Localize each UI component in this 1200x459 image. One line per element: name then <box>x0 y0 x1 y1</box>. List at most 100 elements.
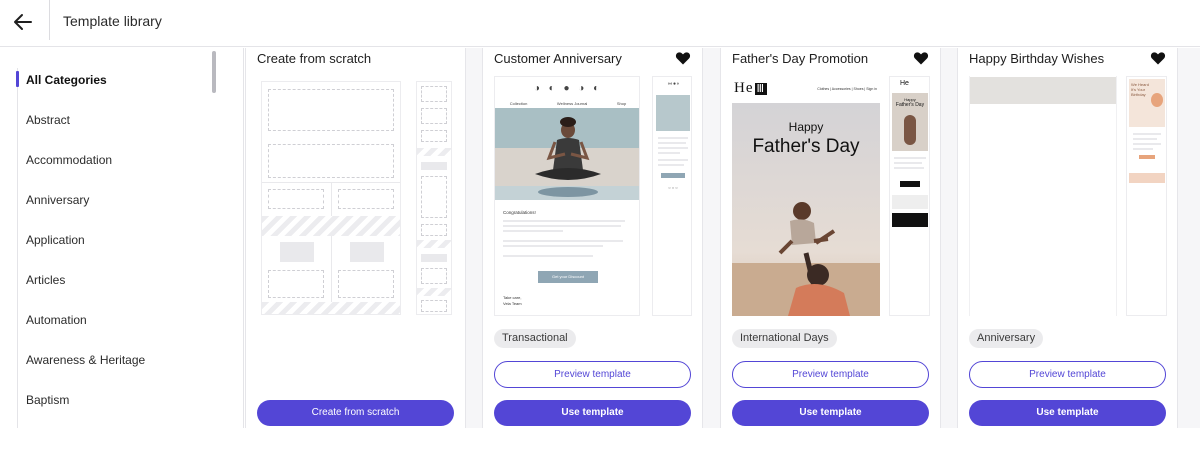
text-line <box>894 167 924 169</box>
category-tag: International Days <box>732 329 837 348</box>
heart-icon[interactable] <box>675 50 691 66</box>
email-greeting: Congratulations! <box>503 210 536 215</box>
sidebar-rail <box>17 68 18 428</box>
fathers-day-thumbnail[interactable]: He Ⅲ Clothes | Accessories | Shoes | Sign… <box>732 76 932 316</box>
scratch-layout-main <box>261 81 401 315</box>
category-application[interactable]: Application <box>26 230 85 250</box>
category-awareness-heritage[interactable]: Awareness & Heritage <box>26 350 145 370</box>
fathers-day-hero-image <box>732 103 880 316</box>
category-all-categories[interactable]: All Categories <box>26 70 107 90</box>
template-card-scratch[interactable]: Create from scratch Create from scratch <box>245 48 466 428</box>
email-nav: Clothes | Accessories | Shoes | Sign in <box>817 87 877 91</box>
header-bar: Template library <box>0 0 1200 47</box>
email-preview-main: He Ⅲ Clothes | Accessories | Shoes | Sign… <box>732 76 880 316</box>
text-line <box>658 147 688 149</box>
balloon-graphic <box>1151 93 1163 107</box>
layout-block <box>268 189 324 209</box>
email-preview-mobile: We Heard It's Your Birthday <box>1126 76 1167 316</box>
email-nav-item: Wellness Journal <box>556 101 588 106</box>
layout-block <box>268 89 394 131</box>
scratch-thumbnail[interactable] <box>257 76 457 316</box>
create-from-scratch-button[interactable]: Create from scratch <box>257 400 454 426</box>
heart-icon[interactable] <box>913 50 929 66</box>
email-nav-item: Collection <box>509 101 528 106</box>
mobile-logo: ◑◐●◑ <box>666 81 680 87</box>
layout-block <box>338 270 394 298</box>
mini-block <box>421 176 447 218</box>
mobile-cta <box>1139 155 1155 159</box>
arrow-left-icon <box>14 14 32 30</box>
template-card-happy-birthday[interactable]: Happy Birthday Wishes We Heard It's Your… <box>957 48 1178 428</box>
hero-headline-large: Father's Day <box>752 136 860 157</box>
category-automation[interactable]: Automation <box>26 310 87 330</box>
email-nav: Collection Wellness Journal Shop <box>495 101 639 106</box>
sidebar-scrollbar[interactable] <box>212 51 216 93</box>
category-tag: Anniversary <box>969 329 1044 348</box>
template-grid: Create from scratch Create from scratch … <box>245 48 1200 428</box>
mobile-hero: Happy Father's Day <box>892 93 928 151</box>
layout-hatch <box>262 302 400 314</box>
page-title: Template library <box>63 13 162 29</box>
use-template-button[interactable]: Use template <box>732 400 929 426</box>
mobile-footer <box>1129 173 1165 183</box>
text-line <box>1133 133 1161 135</box>
heart-icon[interactable] <box>1150 50 1166 66</box>
birthday-header-image <box>970 77 1116 104</box>
text-line <box>658 159 688 161</box>
layout-block <box>268 144 394 178</box>
mobile-headline-large: Father's Day <box>895 102 925 108</box>
category-sidebar: All Categories Abstract Accommodation An… <box>0 48 244 428</box>
back-button[interactable] <box>10 9 36 35</box>
email-signoff: Take care, <box>503 295 522 300</box>
mini-block <box>421 162 447 170</box>
template-card-customer-anniversary[interactable]: Customer Anniversary ◑ ◐ ● ◑ ◐ Collectio… <box>482 48 703 428</box>
template-card-fathers-day[interactable]: Father's Day Promotion He Ⅲ Clothes | Acc… <box>720 48 941 428</box>
category-articles[interactable]: Articles <box>26 270 65 290</box>
text-line <box>894 157 926 159</box>
layout-divider <box>331 182 332 314</box>
use-template-button[interactable]: Use template <box>494 400 691 426</box>
layout-block <box>338 189 394 209</box>
email-nav-item: Shop <box>616 101 627 106</box>
text-line <box>658 142 686 144</box>
layout-image-placeholder <box>350 242 384 262</box>
mini-hatch <box>417 148 451 156</box>
text-line <box>503 240 623 242</box>
preview-template-button[interactable]: Preview template <box>494 361 691 388</box>
card-title: Father's Day Promotion <box>732 51 869 66</box>
mini-block <box>421 86 447 102</box>
mini-block <box>421 108 447 124</box>
mobile-hero: We Heard It's Your Birthday <box>1129 79 1165 127</box>
category-baptism[interactable]: Baptism <box>26 390 69 410</box>
category-anniversary[interactable]: Anniversary <box>26 190 89 210</box>
brand-logo: He Ⅲ <box>734 80 768 97</box>
customer-anniversary-thumbnail[interactable]: ◑ ◐ ● ◑ ◐ Collection Wellness Journal Sh… <box>494 76 694 316</box>
brand-logo-text: He <box>734 80 754 96</box>
mobile-cta <box>900 181 920 187</box>
mobile-figure <box>904 115 916 145</box>
mobile-footer-banner <box>892 213 928 227</box>
preview-template-button[interactable]: Preview template <box>732 361 929 388</box>
bottom-area <box>0 428 1200 459</box>
header-divider <box>49 0 50 40</box>
preview-template-button[interactable]: Preview template <box>969 361 1166 388</box>
text-line <box>503 220 625 222</box>
text-line <box>658 152 680 154</box>
hero-headline-small: Happy <box>788 120 824 134</box>
layout-image-placeholder <box>280 242 314 262</box>
use-template-button[interactable]: Use template <box>969 400 1166 426</box>
email-preview-main <box>969 76 1117 316</box>
email-preview-mobile: He Happy Father's Day <box>889 76 930 316</box>
text-line <box>503 255 593 257</box>
happy-birthday-thumbnail[interactable]: We Heard It's Your Birthday <box>969 76 1169 316</box>
mobile-cta <box>661 173 685 178</box>
category-tag: Transactional <box>494 329 576 348</box>
active-category-marker <box>16 71 19 87</box>
mini-hatch <box>417 240 451 248</box>
mini-block <box>421 254 447 262</box>
scratch-layout-mini <box>416 81 452 315</box>
category-accommodation[interactable]: Accommodation <box>26 150 112 170</box>
text-line <box>658 137 688 139</box>
mini-hatch <box>417 288 451 296</box>
category-abstract[interactable]: Abstract <box>26 110 70 130</box>
